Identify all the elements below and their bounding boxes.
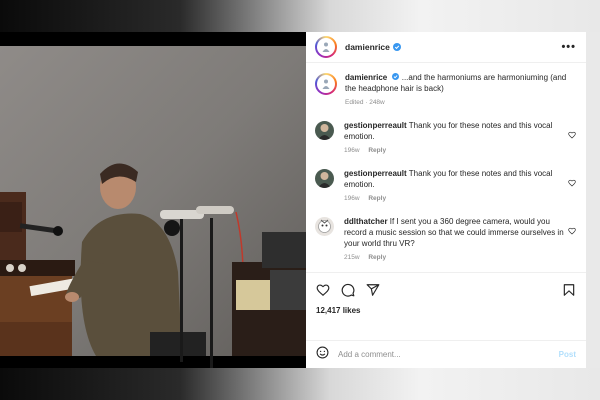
comment-item: gestionperreault Thank you for these not…	[315, 168, 576, 202]
emoji-icon[interactable]	[316, 346, 329, 364]
video-frame-illustration	[0, 46, 306, 368]
avatar-figure-icon	[322, 42, 330, 52]
verified-badge-icon	[392, 73, 400, 80]
commenter-username[interactable]: ddlthatcher	[344, 217, 388, 226]
comment-item: gestionperreault Thank you for these not…	[315, 120, 576, 154]
caption-meta: Edited · 248w	[345, 99, 385, 106]
more-options-button[interactable]: •••	[561, 41, 576, 53]
backdrop-top	[0, 0, 600, 32]
action-bar: 12,417 likes	[306, 272, 586, 322]
commenter-username[interactable]: gestionperreault	[344, 121, 407, 130]
bookmark-icon[interactable]	[562, 283, 576, 297]
reply-button[interactable]: Reply	[368, 254, 386, 261]
comment-item: ddlthatcher If I sent you a 360 degree c…	[315, 216, 576, 261]
commenter-avatar[interactable]	[315, 217, 334, 236]
post-header: damienrice •••	[306, 32, 586, 63]
commenter-avatar[interactable]	[315, 121, 334, 140]
post-media[interactable]	[0, 32, 306, 368]
comment-age: 215w	[344, 254, 360, 261]
post-button[interactable]: Post	[559, 350, 576, 359]
caption-avatar[interactable]	[315, 73, 337, 95]
heart-icon[interactable]	[568, 222, 576, 240]
comment-age: 196w	[344, 147, 360, 154]
backdrop-bottom	[0, 368, 600, 400]
commenter-username[interactable]: gestionperreault	[344, 169, 407, 178]
heart-icon[interactable]	[568, 174, 576, 192]
caption: damienrice ...and the harmoniums are har…	[315, 72, 576, 106]
comments-list: damienrice ...and the harmoniums are har…	[306, 63, 586, 261]
likes-count[interactable]: 12,417 likes	[316, 306, 576, 315]
verified-badge-icon	[392, 43, 401, 51]
add-comment-input[interactable]: Add a comment...	[338, 350, 401, 359]
author-avatar[interactable]	[315, 36, 337, 58]
reply-button[interactable]: Reply	[368, 195, 386, 202]
commenter-avatar[interactable]	[315, 169, 334, 188]
comment-age: 196w	[344, 195, 360, 202]
comment-icon[interactable]	[341, 283, 355, 297]
caption-text: damienrice ...and the harmoniums are har…	[345, 72, 575, 94]
like-button-heart-icon[interactable]	[316, 283, 330, 297]
backdrop-right	[586, 32, 600, 368]
share-icon[interactable]	[366, 283, 380, 297]
add-comment-bar: Add a comment... Post	[306, 340, 586, 368]
heart-icon[interactable]	[568, 126, 576, 144]
post-sidebar: damienrice ••• damienrice ...and the har…	[306, 32, 586, 368]
caption-username[interactable]: damienrice	[345, 73, 387, 82]
author-username[interactable]: damienrice	[345, 42, 390, 52]
avatar-figure-icon	[322, 79, 330, 89]
reply-button[interactable]: Reply	[368, 147, 386, 154]
